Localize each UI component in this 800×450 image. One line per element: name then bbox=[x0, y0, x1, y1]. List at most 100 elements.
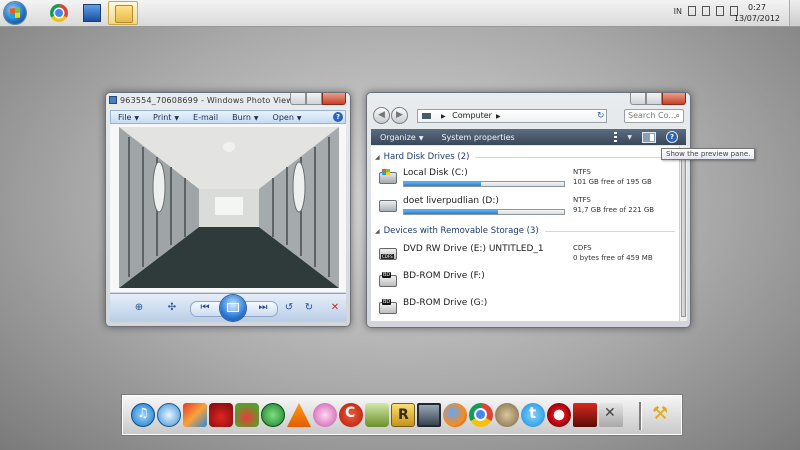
usage-fill bbox=[404, 182, 481, 186]
windows-logo-icon bbox=[10, 7, 20, 19]
menu-open[interactable]: Open ▼ bbox=[266, 113, 309, 122]
clock[interactable]: 0:27 13/07/2012 bbox=[734, 2, 780, 24]
chevron-right-icon: ▶ bbox=[495, 113, 501, 120]
start-button[interactable] bbox=[4, 2, 26, 24]
drive-usage-bar bbox=[403, 181, 565, 187]
rotate-left-icon[interactable]: ↺ bbox=[282, 302, 296, 314]
safari-icon[interactable] bbox=[157, 403, 181, 427]
delete-icon[interactable]: ✕ bbox=[328, 302, 342, 314]
close-button[interactable] bbox=[322, 93, 346, 105]
hard-drive-icon bbox=[379, 200, 397, 212]
collapse-triangle-icon: ◢ bbox=[375, 227, 380, 235]
address-bar[interactable]: ▶ Computer ▶ bbox=[417, 109, 607, 123]
photo-viewer-window: 963554_70608699 - Windows Photo Viewer F… bbox=[105, 92, 351, 327]
chrome-icon[interactable] bbox=[469, 403, 493, 427]
flag-tray-icon[interactable] bbox=[688, 6, 696, 16]
bd-rom-drive-icon bbox=[379, 299, 397, 314]
power-tray-icon[interactable] bbox=[702, 6, 710, 16]
change-view-icon[interactable] bbox=[614, 132, 618, 142]
usage-fill bbox=[404, 210, 499, 214]
chevron-down-icon: ▼ bbox=[296, 114, 302, 122]
cartoon-app-icon[interactable] bbox=[313, 403, 337, 427]
tools-app-icon[interactable] bbox=[599, 403, 623, 427]
zoom-icon[interactable]: ⊕ bbox=[132, 302, 146, 314]
menu-file[interactable]: File ▼ bbox=[111, 113, 146, 122]
drive-item[interactable]: doet liverpudlian (D:) NTFS 91,7 GB free… bbox=[379, 196, 669, 218]
minimize-button[interactable] bbox=[290, 93, 306, 105]
itunes-icon[interactable] bbox=[131, 403, 155, 427]
scrollbar-thumb[interactable] bbox=[681, 149, 686, 317]
system-tray: IN bbox=[674, 6, 738, 16]
menu-label: Burn bbox=[232, 112, 251, 122]
drive-name: doet liverpudlian (D:) bbox=[403, 196, 499, 206]
chrome-icon bbox=[50, 4, 68, 22]
vertical-scrollbar[interactable] bbox=[679, 146, 687, 321]
drive-name: BD-ROM Drive (F:) bbox=[403, 271, 485, 281]
minimize-button[interactable] bbox=[630, 93, 646, 105]
ccleaner-icon[interactable] bbox=[339, 403, 363, 427]
next-icon[interactable]: ⏭ bbox=[256, 302, 270, 314]
twitter-icon[interactable] bbox=[521, 403, 545, 427]
taskbar-chrome-button[interactable] bbox=[44, 1, 74, 25]
menu-print[interactable]: Print ▼ bbox=[146, 113, 186, 122]
slideshow-button[interactable] bbox=[220, 295, 246, 321]
group-divider bbox=[544, 230, 675, 232]
previous-icon[interactable]: ⏮ bbox=[198, 302, 212, 314]
search-input[interactable]: Search Co... ⌕ bbox=[624, 109, 684, 123]
vlc-icon[interactable] bbox=[287, 403, 311, 427]
menu-burn[interactable]: Burn ▼ bbox=[225, 113, 265, 122]
gimp-icon[interactable] bbox=[495, 403, 519, 427]
tree-app-icon[interactable] bbox=[365, 403, 389, 427]
maximize-button[interactable] bbox=[306, 93, 322, 105]
chevron-right-icon: ▶ bbox=[441, 113, 446, 120]
app-dock bbox=[122, 395, 682, 435]
photo-app-icon[interactable] bbox=[183, 403, 207, 427]
refresh-icon[interactable]: ↻ bbox=[597, 111, 607, 121]
rotate-right-icon[interactable]: ↻ bbox=[302, 302, 316, 314]
photo-viewer-menubar: File ▼ Print ▼ E-mail Burn ▼ Open ▼ ? bbox=[110, 110, 346, 124]
menu-email[interactable]: E-mail bbox=[186, 113, 225, 122]
menu-label: E-mail bbox=[193, 112, 219, 122]
help-icon[interactable]: ? bbox=[666, 131, 678, 143]
actual-size-icon[interactable]: ✣ bbox=[165, 302, 179, 314]
angry-birds-icon[interactable] bbox=[209, 403, 233, 427]
group-header-removable[interactable]: ◢ Devices with Removable Storage (3) bbox=[375, 226, 675, 236]
drive-filesystem: CDFS bbox=[573, 244, 592, 252]
menu-label: File bbox=[118, 112, 132, 122]
system-properties-button[interactable]: System properties bbox=[432, 133, 523, 142]
show-desktop-button[interactable] bbox=[789, 0, 800, 26]
opera-icon[interactable] bbox=[547, 403, 571, 427]
chevron-down-icon: ▼ bbox=[253, 114, 259, 122]
organize-button[interactable]: Organize ▼ bbox=[371, 133, 432, 142]
firefox-icon[interactable] bbox=[443, 403, 467, 427]
preview-pane-button[interactable] bbox=[642, 131, 656, 143]
angry-birds-rio-icon[interactable] bbox=[235, 403, 259, 427]
back-button[interactable]: ◀ bbox=[373, 107, 390, 124]
menu-label: Open bbox=[272, 112, 294, 122]
drive-item[interactable]: BD-ROM Drive (F:) bbox=[379, 271, 669, 293]
taskbar-explorer-button[interactable] bbox=[108, 1, 138, 25]
help-icon[interactable]: ? bbox=[333, 112, 343, 122]
monitor-app-icon[interactable] bbox=[417, 403, 441, 427]
network-tray-icon[interactable] bbox=[716, 6, 724, 16]
maximize-button[interactable] bbox=[646, 93, 662, 105]
refresh-app-icon[interactable] bbox=[261, 403, 285, 427]
chevron-down-icon[interactable]: ▼ bbox=[627, 134, 632, 141]
language-indicator[interactable]: IN bbox=[674, 7, 682, 16]
close-button[interactable] bbox=[662, 93, 686, 105]
drive-item[interactable]: BD-ROM Drive (G:) bbox=[379, 298, 669, 320]
drive-name: DVD RW Drive (E:) UNTITLED_1 bbox=[403, 244, 544, 254]
drive-filesystem: NTFS bbox=[573, 168, 591, 176]
r-app-icon[interactable] bbox=[391, 403, 415, 427]
explorer-window: ◀ ▶ ▶ Computer ▶ ↻ Search Co... ⌕ Organiz… bbox=[366, 92, 691, 328]
taskbar-remote-desktop-button[interactable] bbox=[77, 1, 107, 25]
flash-app-icon[interactable] bbox=[573, 403, 597, 427]
drive-item[interactable]: Local Disk (C:) NTFS 101 GB free of 195 … bbox=[379, 168, 669, 190]
computer-icon bbox=[422, 112, 431, 119]
forward-button[interactable]: ▶ bbox=[391, 107, 408, 124]
group-header-hard-disk[interactable]: ◢ Hard Disk Drives (2) bbox=[375, 152, 675, 162]
clock-time: 0:27 bbox=[747, 3, 766, 12]
wand-app-icon[interactable] bbox=[649, 403, 673, 427]
drive-item[interactable]: DVD RW Drive (E:) UNTITLED_1 CDFS 0 byte… bbox=[379, 244, 669, 266]
drive-free-space: 0 bytes free of 459 MB bbox=[573, 254, 653, 262]
